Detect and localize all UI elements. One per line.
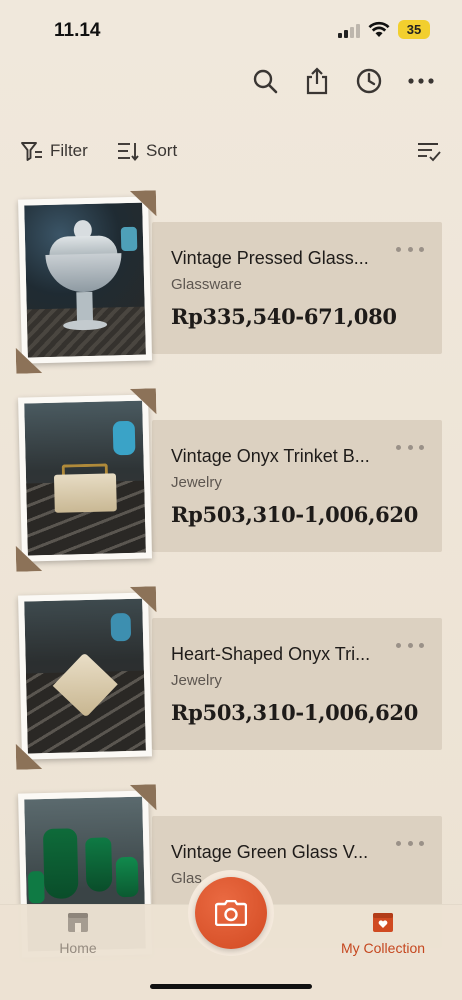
item-photo (18, 588, 154, 761)
item-category: Glassware (171, 276, 242, 293)
filter-button[interactable]: Filter (20, 138, 88, 164)
home-indicator (150, 984, 312, 989)
status-time: 11.14 (54, 20, 101, 41)
more-icon[interactable] (396, 836, 424, 850)
battery-indicator: 35 (398, 20, 430, 39)
share-icon[interactable] (300, 64, 334, 98)
sort-label: Sort (146, 141, 178, 160)
more-icon[interactable] (396, 242, 424, 256)
collection-card[interactable]: Vintage Onyx Trinket B... Jewelry Rp503,… (20, 392, 442, 570)
camera-icon (215, 900, 247, 926)
camera-button[interactable] (188, 870, 274, 956)
card-panel: Vintage Pressed Glass... Glassware Rp335… (152, 222, 442, 354)
item-photo (18, 192, 154, 365)
collection-icon (373, 913, 393, 932)
item-category: Jewelry (171, 672, 222, 689)
item-price: Rp335,540-671,080 (171, 304, 397, 329)
item-title: Vintage Green Glass V... (171, 842, 369, 862)
item-category: Jewelry (171, 474, 222, 491)
card-panel: Vintage Onyx Trinket B... Jewelry Rp503,… (152, 420, 442, 552)
status-bar: 11.14 35 (0, 0, 462, 56)
more-icon[interactable] (396, 440, 424, 454)
sort-button[interactable]: Sort (116, 138, 177, 164)
tab-my-collection-label: My Collection (340, 940, 426, 956)
tab-my-collection[interactable]: My Collection (328, 910, 438, 956)
history-icon[interactable] (352, 64, 386, 98)
more-icon[interactable] (396, 638, 424, 652)
tab-home[interactable]: Home (23, 910, 133, 956)
filter-label: Filter (50, 141, 88, 160)
signal-icon (338, 24, 360, 38)
tab-home-label: Home (59, 940, 97, 956)
item-price: Rp503,310-1,006,620 (171, 700, 419, 725)
item-title: Vintage Onyx Trinket B... (171, 446, 370, 466)
more-icon[interactable] (404, 64, 438, 98)
collection-card[interactable]: Vintage Pressed Glass... Glassware Rp335… (20, 194, 442, 372)
item-title: Vintage Pressed Glass... (171, 248, 369, 268)
filter-icon (21, 142, 42, 161)
home-icon (68, 913, 88, 932)
search-icon[interactable] (248, 64, 282, 98)
item-photo (18, 390, 154, 563)
wifi-icon (368, 21, 390, 37)
sort-icon (118, 143, 139, 161)
item-price: Rp503,310-1,006,620 (171, 502, 419, 527)
card-panel: Heart-Shaped Onyx Tri... Jewelry Rp503,3… (152, 618, 442, 750)
collection-card[interactable]: Heart-Shaped Onyx Tri... Jewelry Rp503,3… (20, 590, 442, 768)
item-title: Heart-Shaped Onyx Tri... (171, 644, 371, 664)
list-check-icon[interactable] (416, 138, 442, 164)
